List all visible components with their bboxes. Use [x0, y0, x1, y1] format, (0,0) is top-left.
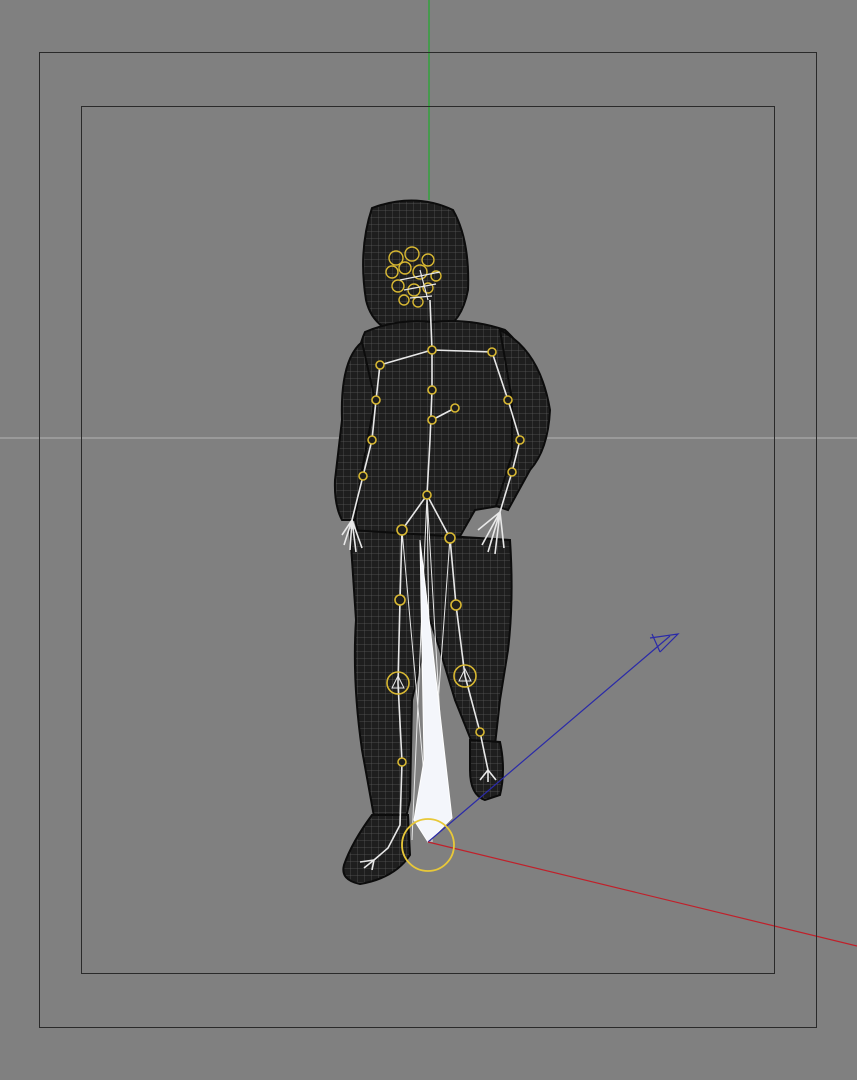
- mesh-foot-right: [469, 738, 504, 802]
- viewport-canvas[interactable]: [0, 0, 857, 1080]
- mesh-torso: [348, 320, 532, 546]
- x-axis-line: [427, 841, 857, 947]
- 3d-viewport[interactable]: [0, 0, 857, 1080]
